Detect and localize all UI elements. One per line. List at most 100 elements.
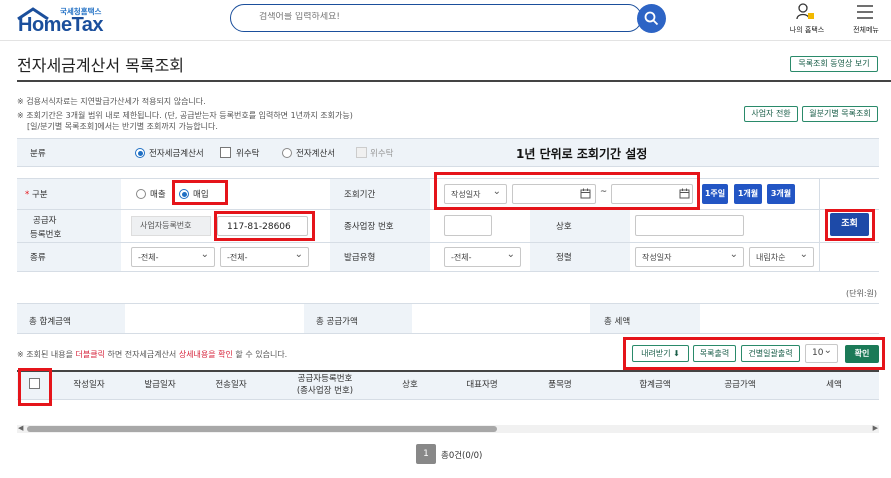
kind-select-2[interactable]: -전체-	[220, 245, 309, 267]
confirm-button[interactable]: 확인	[845, 345, 879, 363]
e-tax-invoice-label: 전자세금계산서	[149, 149, 204, 159]
col-issue-date: 발급일자	[144, 380, 176, 390]
scroll-thumb[interactable]	[27, 426, 497, 432]
download-label: 내려받기	[641, 349, 671, 358]
search-submit-button[interactable]: 조회	[830, 213, 869, 236]
page-size-select[interactable]: 10	[805, 342, 838, 363]
results-note: ※ 조회된 내용을 더블클릭 하면 전자세금계산서 상세내용을 확인 할 수 있…	[17, 349, 287, 360]
gubun-label: * 구분	[25, 190, 48, 200]
period-label: 조회기간	[344, 190, 376, 200]
search-icon	[644, 11, 659, 26]
col-item-name: 품목명	[548, 380, 572, 390]
my-hometax-button[interactable]: 나의 홈택스	[786, 3, 828, 37]
company-label: 상호	[556, 222, 572, 232]
e-invoice-label: 전자계산서	[296, 149, 336, 159]
consign-label-2: 위수탁	[370, 149, 394, 159]
supplier-label-2: 등록번호	[30, 230, 62, 240]
select-all-checkbox[interactable]	[29, 378, 40, 389]
branch-label: 종사업장 번호	[344, 222, 394, 232]
total-amount-label: 총 합계금액	[29, 317, 71, 327]
divider	[17, 166, 879, 167]
divider	[17, 242, 879, 243]
col-supplier-reg: 공급자등록번호	[297, 374, 353, 384]
logo-text: HomeTax	[18, 14, 104, 36]
note-suffix: 할 수 있습니다.	[232, 350, 288, 359]
divider	[17, 303, 879, 304]
unit-label: (단위:원)	[846, 289, 878, 298]
scroll-right-arrow[interactable]: ▶	[873, 424, 878, 432]
sort-select[interactable]: 작성일자	[635, 245, 744, 267]
branch-input[interactable]	[444, 215, 492, 236]
radio-e-invoice[interactable]	[282, 148, 292, 158]
highlight-purchase	[172, 180, 228, 205]
header-divider	[0, 40, 891, 41]
all-menu-button[interactable]: 전체메뉴	[846, 3, 886, 37]
bulk-print-button[interactable]: 건별일괄출력	[741, 345, 800, 362]
company-input[interactable]	[635, 215, 744, 236]
consign-label-1: 위수탁	[236, 149, 260, 159]
page-title: 전자세금계산서 목록조회	[17, 56, 185, 75]
filter-label-col-3	[530, 210, 630, 271]
note-1: ※ 검용서식자료는 지연발급가산세가 적용되지 않습니다.	[17, 97, 206, 106]
highlight-period	[434, 172, 700, 210]
col-tax-amount: 세액	[826, 380, 842, 390]
col-write-date: 작성일자	[73, 380, 105, 390]
title-divider	[17, 80, 891, 82]
list-print-button[interactable]: 목록출력	[693, 345, 736, 362]
checkbox-consign-1[interactable]	[220, 147, 231, 158]
search-box[interactable]	[230, 4, 642, 32]
sort-label: 정렬	[556, 253, 572, 263]
total-supply-label: 총 공급가액	[316, 317, 358, 327]
radio-e-tax-invoice[interactable]	[135, 148, 145, 158]
issue-type-select[interactable]: -전체-	[444, 245, 521, 267]
note-prefix: ※ 조회된 내용을	[17, 350, 76, 359]
divider	[17, 271, 879, 272]
period-1month-button[interactable]: 1개월	[734, 184, 762, 204]
note-2: ※ 조회기간은 3개월 범위 내로 제한됩니다. (단, 공급받는자 등록번호를…	[17, 111, 353, 120]
kind-label: 종류	[30, 253, 46, 263]
checkbox-consign-2[interactable]	[356, 147, 367, 158]
supplier-type-box: 사업자등록번호	[131, 216, 211, 236]
issue-type-label: 발급유형	[344, 253, 376, 263]
divider	[17, 333, 879, 334]
divider	[819, 178, 820, 271]
col-send-date: 전송일자	[215, 380, 247, 390]
note-detail: 상세내용을 확인	[178, 350, 233, 359]
highlight-supplier	[214, 211, 315, 241]
scroll-left-arrow[interactable]: ◀	[18, 424, 23, 432]
note-dblclick: 더블클릭	[75, 350, 105, 359]
biz-switch-button[interactable]: 사업자 전환	[744, 106, 798, 122]
note-mid: 하면 전자세금계산서	[104, 350, 179, 359]
sort-order-select[interactable]: 내림차순	[749, 245, 814, 267]
annotation-text: 1년 단위로 조회기간 설정	[516, 147, 648, 161]
search-input[interactable]	[259, 12, 619, 22]
total-count: 총0건(0/0)	[441, 451, 483, 461]
period-3month-button[interactable]: 3개월	[767, 184, 795, 204]
supplier-label-1: 공급자	[33, 216, 57, 226]
page-1-button[interactable]: 1	[416, 444, 436, 464]
col-company: 상호	[402, 380, 418, 390]
sales-label: 매출	[150, 190, 166, 200]
user-lock-icon	[796, 3, 814, 20]
type-row	[17, 139, 879, 166]
col-total-amount: 합계금액	[639, 380, 671, 390]
period-1week-button[interactable]: 1주일	[702, 184, 728, 204]
video-button[interactable]: 목록조회 동영상 보기	[790, 56, 878, 72]
total-tax-label: 총 세액	[604, 317, 631, 327]
type-label: 분류	[30, 149, 46, 159]
col-supply-amount: 공급가액	[724, 380, 756, 390]
all-menu-label: 전체메뉴	[853, 26, 879, 34]
my-hometax-label: 나의 홈택스	[789, 26, 825, 34]
gubun-label-text: 구분	[31, 190, 48, 200]
monthly-list-button[interactable]: 월분기별 목록조회	[802, 106, 878, 122]
kind-select-1[interactable]: -전체-	[131, 245, 215, 267]
col-ceo-name: 대표자명	[466, 380, 498, 390]
download-button[interactable]: 내려받기 ⬇	[632, 345, 689, 362]
col-branch-no: (종사업장 번호)	[296, 386, 354, 396]
horizontal-scrollbar[interactable]: ◀ ▶	[17, 424, 879, 433]
radio-sales[interactable]	[136, 189, 146, 199]
download-icon: ⬇	[673, 349, 680, 358]
note-3: [일/분기별 목록조회]에서는 반기별 조회까지 가능합니다.	[27, 122, 218, 131]
hamburger-icon	[857, 5, 873, 19]
search-button[interactable]	[637, 4, 666, 33]
